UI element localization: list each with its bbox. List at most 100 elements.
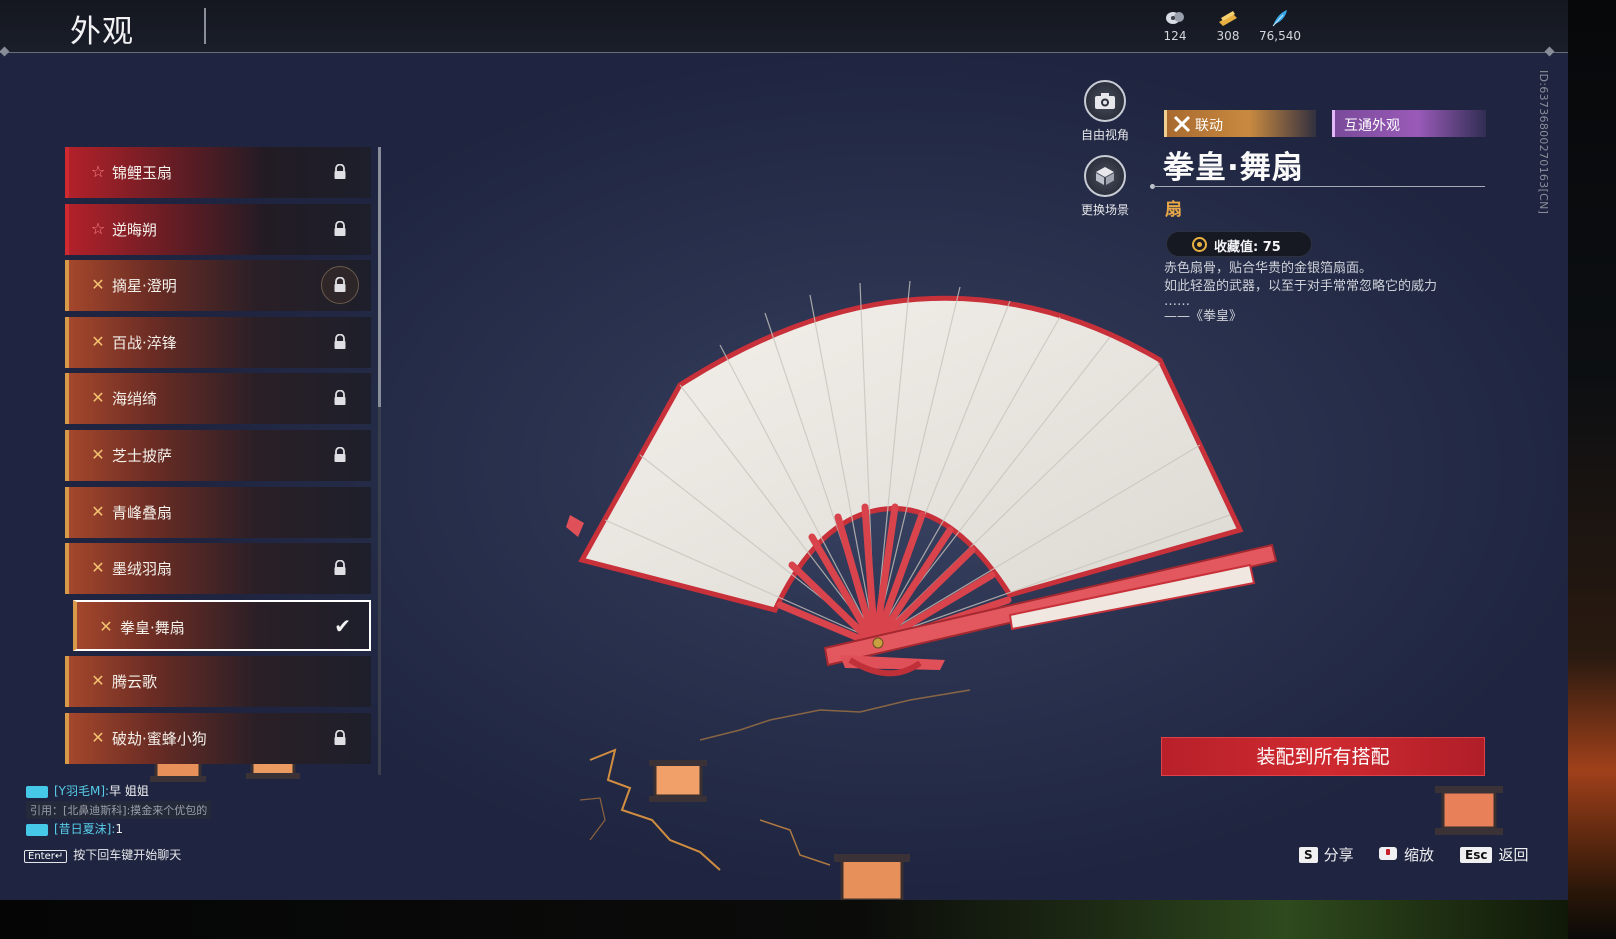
- crossed-swords-icon: [1173, 115, 1191, 133]
- free-view-circle: [1084, 80, 1126, 122]
- chat-text: 1: [115, 822, 124, 836]
- lantern-decoration: [834, 854, 910, 900]
- crossed-fans-icon: ✕: [91, 275, 105, 295]
- list-item-label: 破劫·蜜蜂小狗: [112, 729, 207, 748]
- ground-cracks: [579, 689, 971, 871]
- list-item-label: 拳皇·舞扇: [120, 618, 185, 637]
- collection-value-pill: 收藏值: 75: [1166, 231, 1312, 257]
- lock-icon: [334, 164, 346, 179]
- crossed-fans-icon: ✕: [91, 671, 105, 691]
- esc-key-icon: Esc: [1460, 847, 1493, 863]
- chat-message: [昔日夏沫]:1: [26, 820, 346, 839]
- change-scene-button[interactable]: 更换场景: [1075, 155, 1135, 218]
- divider-ornament: [1544, 46, 1555, 57]
- free-view-label: 自由视角: [1080, 128, 1129, 142]
- chat-sender[interactable]: [Y羽毛M]:: [54, 784, 109, 798]
- currency-crystal[interactable]: 124: [1145, 8, 1205, 43]
- chat-quote-line: 引用：[北鼻迪斯科]:摸金来个优包的: [26, 801, 346, 820]
- crossed-fans-icon: ✕: [91, 444, 105, 464]
- lantern-decoration: [1435, 786, 1503, 835]
- enter-key-icon: Enter↵: [24, 850, 68, 863]
- change-scene-circle: [1084, 155, 1126, 197]
- crossed-fans-icon: ✕: [91, 558, 105, 578]
- list-item[interactable]: ☆ 锦鲤玉扇: [65, 147, 371, 198]
- list-item-label: 墨绒羽扇: [112, 560, 173, 579]
- currency-ticket[interactable]: 308: [1198, 8, 1258, 43]
- free-view-button[interactable]: 自由视角: [1075, 80, 1135, 143]
- list-item[interactable]: ✕ 百战·淬锋: [65, 316, 371, 368]
- back-hint[interactable]: Esc 返回: [1460, 844, 1528, 865]
- collection-coin-icon: [1192, 237, 1207, 252]
- lock-icon: [334, 390, 346, 406]
- s-key-icon: S: [1299, 847, 1318, 863]
- crossed-fans-icon: ✕: [91, 331, 105, 351]
- list-item-label: 青峰叠扇: [112, 503, 173, 522]
- title-divider: [204, 8, 206, 44]
- list-scrollbar-thumb[interactable]: [378, 147, 381, 407]
- share-hint[interactable]: S 分享: [1299, 844, 1354, 865]
- chat-hint-text: 按下回车键开始聊天: [73, 848, 182, 862]
- list-item[interactable]: ✕ 墨绒羽扇: [65, 543, 371, 595]
- checkmark-icon: ✔: [334, 613, 351, 638]
- chat-panel[interactable]: [Y羽毛M]:早 姐姐 引用：[北鼻迪斯科]:摸金来个优包的 [昔日夏沫]:1: [26, 782, 346, 839]
- list-item[interactable]: ☆ 逆晦朔: [65, 203, 371, 255]
- camera-icon: [1095, 93, 1115, 109]
- crossed-fans-icon: ✕: [91, 727, 105, 747]
- lock-icon: [334, 333, 346, 349]
- appearance-screen: 外观 124 308 76,540 ☆ 锦鲤玉扇 ☆ 逆晦朔 ✕ 摘星·澄明 ✕…: [0, 0, 1568, 900]
- share-label: 分享: [1323, 846, 1354, 864]
- list-item-label: 锦鲤玉扇: [112, 164, 173, 182]
- zoom-label: 缩放: [1404, 846, 1435, 864]
- zoom-hint[interactable]: 缩放: [1378, 844, 1434, 865]
- lock-icon: [334, 277, 346, 293]
- list-item[interactable]: ✕ 摘星·澄明: [65, 260, 371, 312]
- crystal-currency-icon: [1166, 12, 1184, 24]
- star-outline-icon: ☆: [90, 218, 106, 238]
- currency-value: 308: [1216, 29, 1240, 43]
- list-item[interactable]: ✕ 破劫·蜜蜂小狗: [65, 712, 371, 764]
- collection-value-text: 收藏值: 75: [1214, 240, 1281, 255]
- list-item-label: 海绡绮: [112, 390, 158, 409]
- list-item[interactable]: ✕ 腾云歌: [65, 656, 371, 708]
- list-item-selected[interactable]: ✕ 拳皇·舞扇 ✔: [73, 599, 371, 651]
- item-category: 扇: [1165, 200, 1182, 220]
- appearance-list: ☆ 锦鲤玉扇 ☆ 逆晦朔 ✕ 摘星·澄明 ✕ 百战·淬锋 ✕ 海绡绮 ✕ 芝士披…: [65, 147, 371, 775]
- item-title: 拳皇·舞扇: [1163, 150, 1304, 186]
- list-item[interactable]: ✕ 青峰叠扇: [65, 486, 371, 538]
- top-bar: 外观 124 308 76,540: [0, 0, 1568, 57]
- divider-ornament: [0, 46, 10, 57]
- description-line: 赤色扇骨，贴合华贵的金银箔扇面。: [1164, 261, 1373, 276]
- list-item[interactable]: ✕ 芝士披萨: [65, 429, 371, 481]
- fan-preview[interactable]: [560, 265, 1290, 685]
- background-edge-bottom: [0, 900, 1568, 939]
- chat-quote: 引用：[北鼻迪斯科]:摸金来个优包的: [26, 801, 212, 819]
- currency-feather[interactable]: 76,540: [1250, 8, 1310, 43]
- version-id: ID:63736800270163[CN]: [1537, 70, 1550, 215]
- list-item-label: 百战·淬锋: [112, 333, 177, 352]
- crossed-fans-icon: ✕: [91, 501, 105, 521]
- star-outline-icon: ☆: [90, 162, 106, 181]
- lock-icon: [334, 560, 346, 576]
- list-item-label: 腾云歌: [112, 673, 158, 692]
- chat-channel-badge-icon: [26, 823, 48, 836]
- title-underline: [1153, 186, 1485, 187]
- lantern-decoration: [649, 760, 707, 802]
- shared-tag-label: 互通外观: [1344, 118, 1400, 134]
- page-title: 外观: [70, 14, 134, 50]
- lock-icon: [334, 729, 346, 745]
- item-description: 赤色扇骨，贴合华贵的金银箔扇面。 如此轻盈的武器，以至于对手常常忽略它的威力 ……: [1164, 260, 1494, 326]
- chat-channel-badge-icon: [26, 785, 48, 798]
- lock-icon: [334, 446, 346, 462]
- chat-input-hint[interactable]: Enter↵ 按下回车键开始聊天: [24, 846, 181, 863]
- shared-appearance-tag: 互通外观: [1332, 110, 1486, 137]
- collab-tag: 联动: [1164, 110, 1316, 137]
- cube-icon: [1096, 167, 1114, 185]
- list-item-label: 芝士披萨: [112, 446, 173, 465]
- ticket-currency-icon: [1219, 11, 1237, 26]
- list-item[interactable]: ✕ 海绡绮: [65, 373, 371, 425]
- currency-value: 124: [1163, 29, 1187, 43]
- chat-sender[interactable]: [昔日夏沫]:: [54, 822, 115, 836]
- equip-all-button[interactable]: 装配到所有搭配: [1161, 737, 1485, 776]
- back-label: 返回: [1498, 846, 1529, 864]
- chat-text: 早 姐姐: [109, 784, 149, 798]
